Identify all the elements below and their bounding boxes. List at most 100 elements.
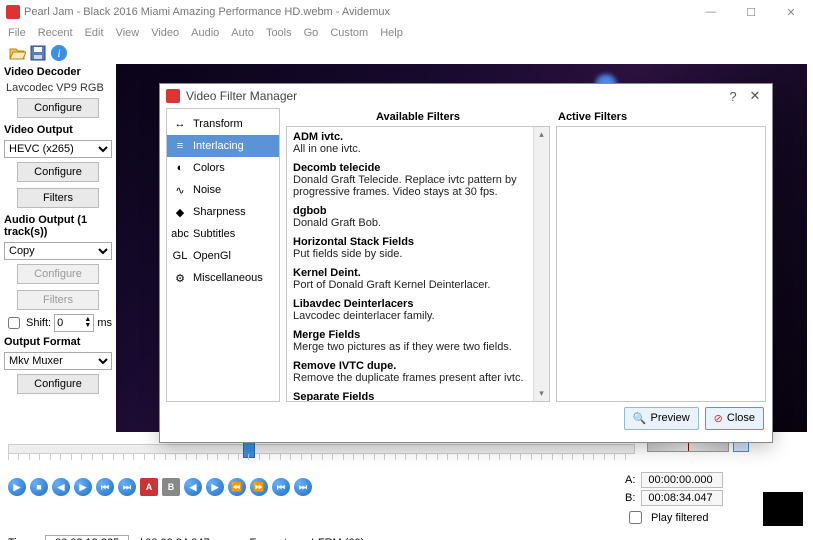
filter-item[interactable]: dgbobDonald Graft Bob.	[293, 205, 543, 229]
toolbar: i	[0, 42, 813, 64]
stop-button[interactable]: ■	[30, 478, 48, 496]
category-miscellaneous[interactable]: ⚙Miscellaneous	[167, 267, 279, 289]
category-label: Transform	[193, 118, 243, 130]
prev-cut-button[interactable]: ◀	[184, 478, 202, 496]
video-configure-button[interactable]: Configure	[17, 162, 99, 182]
decoder-configure-button[interactable]: Configure	[17, 98, 99, 118]
menu-view[interactable]: View	[116, 27, 140, 39]
filter-name: Decomb telecide	[293, 162, 543, 174]
filter-desc: Merge two pictures as if they were two f…	[293, 341, 543, 353]
a-label: A:	[625, 474, 635, 486]
menu-file[interactable]: File	[8, 27, 26, 39]
mark-b-button[interactable]: B	[162, 478, 180, 496]
filter-name: Libavdec Deinterlacers	[293, 298, 543, 310]
category-colors[interactable]: ◐ Colors	[167, 157, 279, 179]
category-sharpness[interactable]: ◆Sharpness	[167, 201, 279, 223]
filter-desc: Lavcodec deinterlacer family.	[293, 310, 543, 322]
next-keyframe-button[interactable]: ⏭	[118, 478, 136, 496]
prev-frame-button[interactable]: ◀	[52, 478, 70, 496]
menu-help[interactable]: Help	[380, 27, 403, 39]
sharpness-icon: ◆	[173, 205, 187, 219]
filter-item[interactable]: Decomb telecideDonald Graft Telecide. Re…	[293, 162, 543, 198]
filter-category-list: ↔ Transform ≡Interlacing ◐ Colors ∿Noise◆Shar…	[166, 108, 280, 402]
audio-output-select[interactable]: Copy	[4, 242, 112, 260]
timeline-track[interactable]	[8, 444, 635, 454]
opengl-icon: GL	[173, 249, 187, 263]
goto-start-button[interactable]: ⏮	[272, 478, 290, 496]
category-subtitles[interactable]: abc Subtitles	[167, 223, 279, 245]
next-black-button[interactable]: ⏩	[250, 478, 268, 496]
scroll-down-icon[interactable]: ▾	[539, 388, 544, 399]
colors-icon: ◐	[173, 161, 187, 175]
prev-keyframe-button[interactable]: ⏮	[96, 478, 114, 496]
filter-item[interactable]: Merge FieldsMerge two pictures as if the…	[293, 329, 543, 353]
video-decoder-value: Lavcodec VP9 RGB	[6, 82, 112, 94]
filter-item[interactable]: Separate FieldsSplit each image into 2 f…	[293, 391, 543, 401]
menu-tools[interactable]: Tools	[266, 27, 292, 39]
menu-video[interactable]: Video	[151, 27, 179, 39]
audio-configure-button: Configure	[17, 264, 99, 284]
save-icon[interactable]	[29, 44, 47, 62]
menu-audio[interactable]: Audio	[191, 27, 219, 39]
transform-icon: ↔	[173, 117, 187, 131]
close-button[interactable]: ✕	[771, 0, 811, 24]
shift-checkbox[interactable]	[8, 317, 20, 329]
play-filtered-checkbox[interactable]	[629, 511, 642, 524]
category-label: Colors	[193, 162, 225, 174]
category-noise[interactable]: ∿Noise	[167, 179, 279, 201]
category-label: Miscellaneous	[193, 272, 263, 284]
category-interlacing[interactable]: ≡Interlacing	[167, 135, 279, 157]
scroll-up-icon[interactable]: ▴	[539, 129, 544, 140]
shift-label: Shift:	[26, 317, 51, 329]
close-button[interactable]: ⊘Close	[705, 407, 764, 430]
minimize-button[interactable]: —	[691, 0, 731, 24]
output-format-select[interactable]: Mkv Muxer	[4, 352, 112, 370]
category-transform[interactable]: ↔ Transform	[167, 113, 279, 135]
active-filters-list[interactable]	[556, 126, 766, 402]
info-icon[interactable]: i	[50, 44, 68, 62]
next-frame-button[interactable]: ▶	[74, 478, 92, 496]
filter-item[interactable]: Libavdec DeinterlacersLavcodec deinterla…	[293, 298, 543, 322]
dialog-close-icon[interactable]: ✕	[744, 88, 766, 104]
dialog-title: Video Filter Manager	[186, 89, 297, 103]
maximize-button[interactable]: ☐	[731, 0, 771, 24]
available-filters-header: Available Filters	[286, 108, 550, 126]
goto-end-button[interactable]: ⏭	[294, 478, 312, 496]
filter-item[interactable]: Remove IVTC dupe.Remove the duplicate fr…	[293, 360, 543, 384]
filter-desc: Port of Donald Graft Kernel Deinterlacer…	[293, 279, 543, 291]
bottom-panel: ▶ ■ ◀ ▶ ⏮ ⏭ A B ◀ ▶ ⏪ ⏩ ⏮ ⏭ A:00:00:00.0…	[0, 436, 813, 540]
prev-black-button[interactable]: ⏪	[228, 478, 246, 496]
filter-desc: Donald Graft Telecide. Replace ivtc patt…	[293, 174, 543, 198]
thumbnail	[763, 492, 803, 526]
preview-button[interactable]: 🔍Preview	[624, 407, 699, 430]
category-label: Subtitles	[193, 228, 235, 240]
output-format-label: Output Format	[4, 336, 112, 348]
timeline-ticks	[8, 454, 635, 466]
category-opengl[interactable]: GLOpenGl	[167, 245, 279, 267]
available-filters-list[interactable]: ADM ivtc.All in one ivtc. Decomb telecide…	[287, 127, 549, 401]
scrollbar[interactable]: ▴▾	[533, 127, 549, 401]
menu-custom[interactable]: Custom	[330, 27, 368, 39]
filter-name: Kernel Deint.	[293, 267, 543, 279]
menu-recent[interactable]: Recent	[38, 27, 73, 39]
subtitles-icon: abc	[173, 227, 187, 241]
next-cut-button[interactable]: ▶	[206, 478, 224, 496]
titlebar: Pearl Jam - Black 2016 Miami Amazing Per…	[0, 0, 813, 24]
help-icon[interactable]: ?	[722, 89, 744, 104]
mark-a-button[interactable]: A	[140, 478, 158, 496]
filter-desc: All in one ivtc.	[293, 143, 543, 155]
play-filtered-label: Play filtered	[651, 512, 708, 524]
shift-spinner[interactable]: 0▲▼	[54, 314, 94, 332]
filter-item[interactable]: Kernel Deint.Port of Donald Graft Kernel…	[293, 267, 543, 291]
play-button[interactable]: ▶	[8, 478, 26, 496]
filter-item[interactable]: ADM ivtc.All in one ivtc.	[293, 131, 543, 155]
open-icon[interactable]	[8, 44, 26, 62]
menu-auto[interactable]: Auto	[231, 27, 254, 39]
format-configure-button[interactable]: Configure	[17, 374, 99, 394]
filter-item[interactable]: Horizontal Stack FieldsPut fields side b…	[293, 236, 543, 260]
menu-edit[interactable]: Edit	[85, 27, 104, 39]
video-filters-button[interactable]: Filters	[17, 188, 99, 208]
menu-go[interactable]: Go	[304, 27, 319, 39]
video-output-select[interactable]: HEVC (x265)	[4, 140, 112, 158]
time-value[interactable]: 00:03:12.225	[45, 535, 129, 540]
